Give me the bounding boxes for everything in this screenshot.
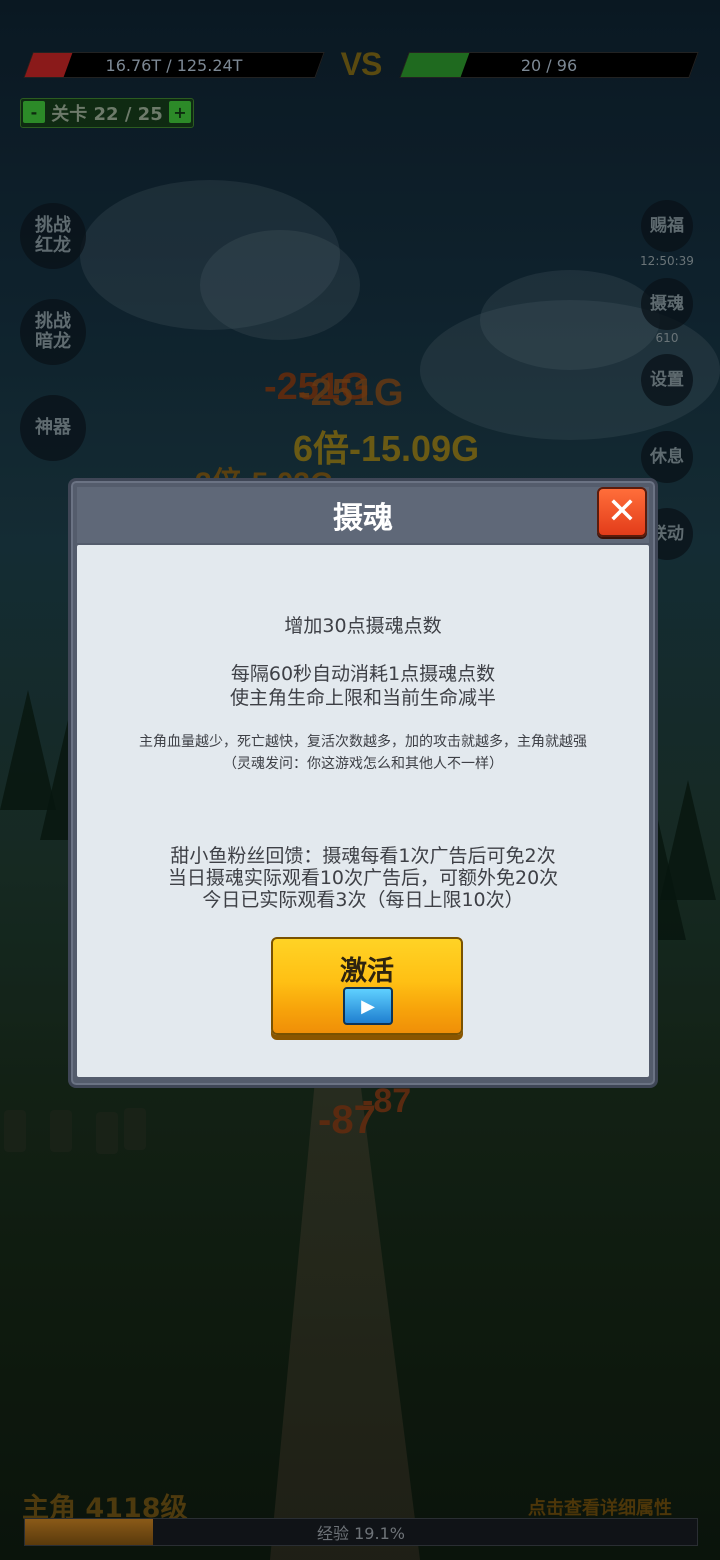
experience-text: 经验 19.1%	[317, 1524, 405, 1543]
close-icon: ✕	[606, 491, 638, 532]
dialog-header: 摄魂	[77, 487, 649, 543]
close-button[interactable]: ✕	[597, 487, 647, 537]
info-line: 每隔60秒自动消耗1点摄魂点数	[230, 663, 496, 685]
view-details-link[interactable]: 点击查看详细属性	[528, 1494, 672, 1520]
player-hp-bar: 16.76T / 125.24T	[23, 52, 325, 78]
enemy-hp-bar: 20 / 96	[399, 52, 699, 78]
vs-label: VS	[340, 46, 383, 82]
level-prev-button[interactable]: -	[23, 101, 45, 123]
blessing-button[interactable]: 赐福	[641, 200, 693, 252]
activate-button[interactable]: 激活 ▶	[271, 937, 463, 1035]
note-line: 主角血量越少，死亡越快，复活次数越多，加的攻击就越多，主角就越强	[139, 734, 587, 750]
challenge-dark-dragon-button[interactable]: 挑战 暗龙	[20, 299, 86, 365]
blessing-timer: 12:50:39	[640, 254, 694, 268]
damage-number: -251G	[298, 372, 404, 414]
dialog-body: 增加30点摄魂点数 每隔60秒自动消耗1点摄魂点数 使主角生命上限和当前生命减半…	[77, 545, 649, 1077]
level-next-button[interactable]: +	[169, 101, 191, 123]
challenge-red-dragon-button[interactable]: 挑战 红龙	[20, 203, 86, 269]
dialog-title: 摄魂	[333, 501, 393, 536]
experience-bar: 经验 19.1%	[24, 1518, 698, 1546]
info-line: 使主角生命上限和当前生命减半	[229, 687, 496, 709]
info-line: 增加30点摄魂点数	[284, 615, 442, 637]
enemy-hp-text: 20 / 96	[520, 55, 578, 75]
settings-button[interactable]: 设置	[641, 354, 693, 406]
soul-count: 610	[655, 331, 679, 345]
soul-dialog: 摄魂 ✕ 增加30点摄魂点数 每隔60秒自动消耗1点摄魂点数 使主角生命上限和当…	[68, 478, 658, 1088]
play-video-icon: ▶	[343, 987, 393, 1025]
rest-button[interactable]: 休息	[641, 431, 693, 483]
player-hp-text: 16.76T / 125.24T	[105, 55, 243, 75]
level-label: 关卡 22 / 25	[51, 104, 163, 125]
activate-label: 激活	[340, 956, 394, 987]
soul-button[interactable]: 摄魂	[641, 278, 693, 330]
artifact-button[interactable]: 神器	[20, 395, 86, 461]
level-selector: - 关卡 22 / 25 +	[20, 98, 194, 128]
fan-line: 今日已实际观看3次（每日上限10次）	[202, 889, 524, 911]
note-line: （灵魂发问：你这游戏怎么和其他人不一样）	[223, 756, 503, 772]
